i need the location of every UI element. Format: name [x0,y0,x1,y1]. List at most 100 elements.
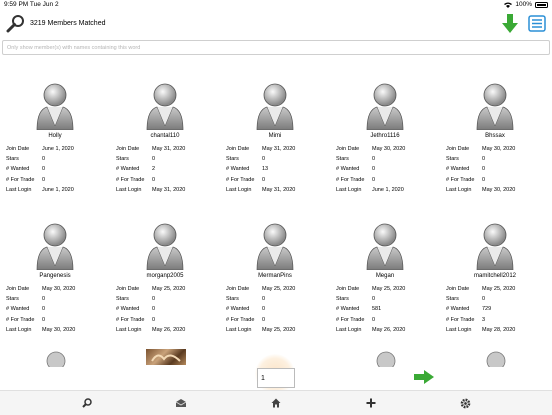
avatar[interactable] [363,220,407,271]
stars-label: Stars [116,156,129,163]
join-date-value: May 25, 2020 [262,286,296,292]
last-login-value: May 26, 2020 [372,326,406,333]
stars-value: 0 [262,296,266,303]
member-name[interactable]: Mimi [220,133,330,139]
member-name[interactable]: chantal110 [110,133,220,139]
member-card[interactable]: morganp2005 Join Date May 25, 2020 Stars 0 # … [110,210,220,336]
for-trade-label: # For Trade [446,176,475,183]
join-date-label: Join Date [446,286,470,292]
wanted-value: 2 [152,166,156,173]
member-name[interactable]: Bhssax [440,133,550,139]
wifi-icon [504,2,513,8]
for-trade-value: 0 [42,316,46,323]
add-tab-icon[interactable] [364,396,378,410]
join-date-label: Join Date [6,146,30,152]
member-card[interactable]: Bhssax Join Date May 30, 2020 Stars 0 # Wante… [440,70,550,196]
member-name[interactable]: Megan [330,273,440,279]
avatar[interactable] [143,220,187,271]
page-number-input[interactable] [257,368,295,388]
member-card[interactable]: mamitchell2012 Join Date May 25, 2020 Stars… [440,210,550,336]
member-name[interactable]: Pangenesis [0,273,110,279]
last-login-value: May 25, 2020 [262,326,296,333]
wanted-value: 0 [152,306,156,313]
member-card[interactable]: Holly Join Date June 1, 2020 Stars 0 # Wanted… [0,70,110,196]
avatar[interactable] [363,80,407,131]
last-login-label: Last Login [446,326,472,333]
for-trade-label: # For Trade [446,316,475,323]
member-card[interactable]: Mimi Join Date May 31, 2020 Stars 0 # Wanted 1… [220,70,330,196]
wanted-value: 729 [482,306,492,313]
member-name[interactable]: morganp2005 [110,273,220,279]
stars-label: Stars [226,296,239,303]
next-arrow-icon[interactable] [414,370,434,384]
last-login-value: June 1, 2020 [42,186,74,193]
join-date-label: Join Date [446,146,470,152]
avatar[interactable] [143,80,187,131]
home-tab-icon[interactable] [269,396,283,410]
last-login-value: May 28, 2020 [482,326,516,333]
for-trade-value: 0 [42,176,46,183]
battery-percent: 100% [515,1,532,8]
stars-value: 0 [262,156,266,163]
member-card[interactable]: Megan Join Date May 25, 2020 Stars 0 # Wanted… [330,210,440,336]
last-login-label: Last Login [116,186,142,193]
wanted-label: # Wanted [6,306,30,313]
status-right-group: 100% [504,1,548,8]
wanted-value: 0 [482,166,486,173]
member-card[interactable]: Jethro1116 Join Date May 30, 2020 Stars 0 # W… [330,70,440,196]
for-trade-value: 3 [482,316,486,323]
list-icon[interactable] [528,15,546,32]
wanted-label: # Wanted [116,306,140,313]
member-card[interactable]: MermanPins Join Date May 25, 2020 Stars 0 # W… [220,210,330,336]
wanted-value: 13 [262,166,269,173]
tab-bar [0,390,552,415]
stars-label: Stars [336,156,349,163]
join-date-value: May 31, 2020 [152,146,186,152]
stars-label: Stars [226,156,239,163]
last-login-value: June 1, 2020 [372,186,404,193]
name-filter-input[interactable] [2,40,550,55]
avatar[interactable] [253,220,297,271]
join-date-label: Join Date [226,146,250,152]
stars-label: Stars [116,296,129,303]
join-date-value: May 25, 2020 [152,286,186,292]
avatar[interactable] [33,220,77,271]
avatar[interactable] [253,80,297,131]
join-date-label: Join Date [336,146,360,152]
stars-value: 0 [372,296,376,303]
member-card[interactable]: Pangenesis Join Date May 30, 2020 Stars 0 # W… [0,210,110,336]
download-arrow-icon[interactable] [502,14,518,34]
join-date-value: May 30, 2020 [42,286,76,292]
for-trade-value: 0 [152,176,156,183]
settings-tab-icon[interactable] [458,396,472,410]
avatar[interactable] [473,220,517,271]
search-tab-icon[interactable] [80,396,94,410]
avatar [46,351,66,367]
stars-label: Stars [6,156,19,163]
for-trade-value: 0 [482,176,486,183]
join-date-label: Join Date [116,286,140,292]
last-login-label: Last Login [116,326,142,333]
avatar [376,351,396,367]
stars-value: 0 [42,296,46,303]
search-icon[interactable] [6,14,26,34]
last-login-label: Last Login [226,326,252,333]
wanted-label: # Wanted [446,166,470,173]
wanted-value: 0 [42,166,46,173]
avatar[interactable] [473,80,517,131]
member-name[interactable]: Jethro1116 [330,133,440,139]
mail-tab-icon[interactable] [174,396,188,410]
member-name[interactable]: Holly [0,133,110,139]
member-card[interactable]: chantal110 Join Date May 31, 2020 Stars 0 # W… [110,70,220,196]
avatar[interactable] [33,80,77,131]
wanted-value: 581 [372,306,382,313]
member-name[interactable]: mamitchell2012 [440,273,550,279]
join-date-value: May 30, 2020 [372,146,406,152]
join-date-value: June 1, 2020 [42,146,74,152]
wanted-value: 0 [372,166,376,173]
stars-value: 0 [372,156,376,163]
member-name[interactable]: MermanPins [220,273,330,279]
stars-label: Stars [336,296,349,303]
last-login-value: May 26, 2020 [152,326,186,333]
wanted-label: # Wanted [336,306,360,313]
